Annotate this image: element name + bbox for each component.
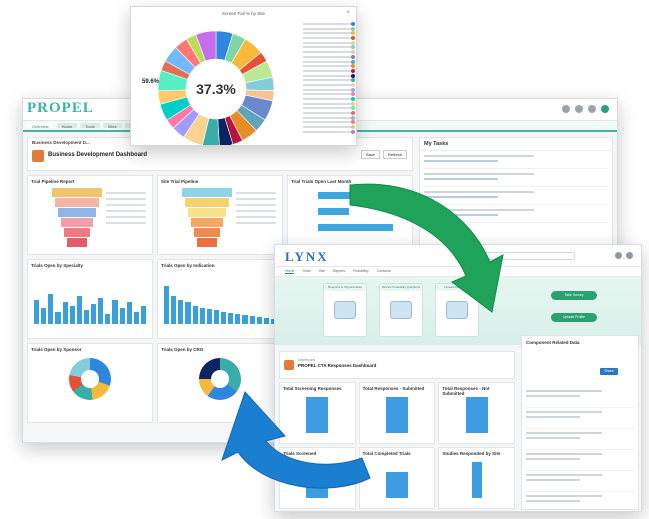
flow-arrows [221,183,504,489]
green-arrow [349,183,504,313]
blue-arrow [221,391,371,489]
